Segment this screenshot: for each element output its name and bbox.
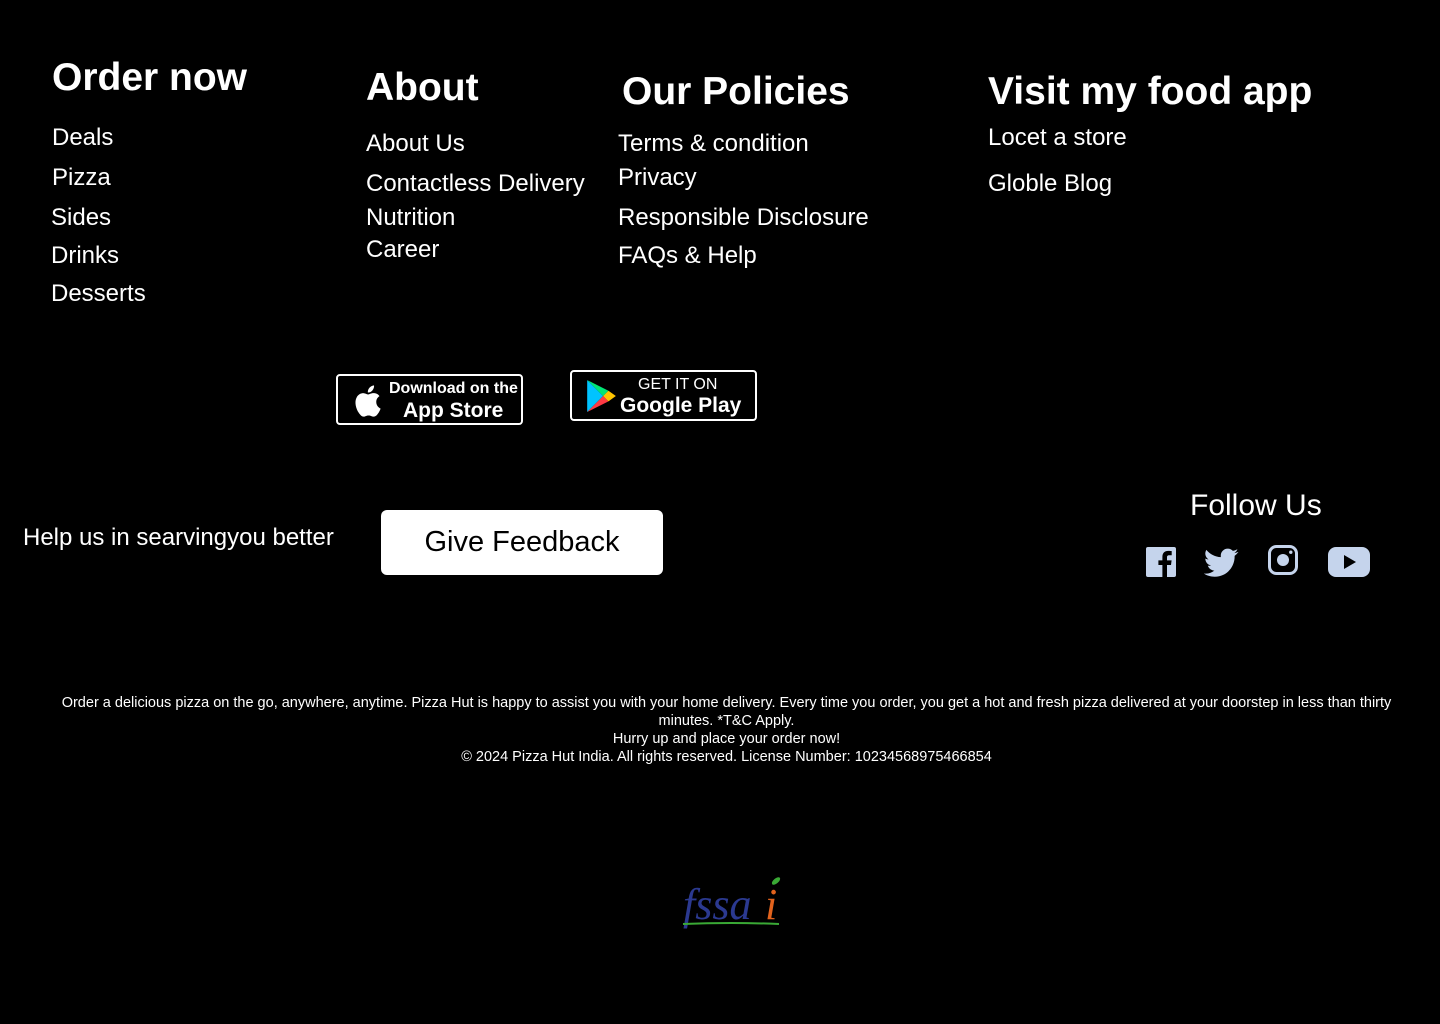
policies-heading: Our Policies: [622, 70, 850, 113]
order-now-heading: Order now: [52, 56, 248, 99]
copyright: © 2024 Pizza Hut India. All rights reser…: [461, 749, 992, 765]
footer-link-drinks[interactable]: Drinks: [51, 244, 119, 268]
footer-link-deals[interactable]: Deals: [52, 126, 113, 150]
footer-link-career[interactable]: Career: [366, 238, 439, 262]
twitter-icon[interactable]: [1204, 548, 1239, 578]
legal-cta: Hurry up and place your order now!: [612, 731, 841, 747]
legal-text: Order a delicious pizza on the go, anywh…: [40, 694, 1413, 766]
footer-link-sides[interactable]: Sides: [51, 206, 111, 230]
about-heading: About: [366, 66, 479, 109]
app-store-line2: App Store: [403, 399, 504, 422]
give-feedback-button[interactable]: Give Feedback: [381, 510, 663, 575]
svg-text:fssa: fssa: [683, 880, 751, 929]
app-store-line1: Download on the: [389, 380, 518, 397]
facebook-icon[interactable]: [1145, 546, 1177, 578]
follow-us-heading: Follow Us: [1190, 489, 1322, 522]
google-play-line2: Google Play: [620, 394, 742, 417]
fssai-logo-graphic: fssa i: [682, 877, 781, 929]
feedback-prompt: Help us in searvingyou better: [23, 524, 334, 551]
fssai-logo: fssa i: [681, 873, 785, 931]
footer-link-pizza[interactable]: Pizza: [52, 166, 111, 190]
footer-link-faqs[interactable]: FAQs & Help: [618, 244, 757, 268]
google-play-badge[interactable]: GET IT ON Google Play: [570, 370, 757, 421]
app-store-badge[interactable]: Download on the App Store: [336, 374, 523, 425]
footer-link-desserts[interactable]: Desserts: [51, 282, 146, 306]
legal-description: Order a delicious pizza on the go, anywh…: [61, 695, 1392, 729]
footer-link-locate-store[interactable]: Locet a store: [988, 126, 1127, 150]
google-play-line1: GET IT ON: [638, 376, 718, 393]
footer-link-nutrition[interactable]: Nutrition: [366, 206, 455, 230]
footer-link-blog[interactable]: Globle Blog: [988, 172, 1112, 196]
food-app-heading: Visit my food app: [988, 70, 1313, 113]
google-play-icon: [587, 380, 616, 412]
youtube-icon[interactable]: [1328, 547, 1370, 577]
apple-icon: [355, 385, 381, 417]
footer-link-terms[interactable]: Terms & condition: [618, 132, 809, 156]
svg-text:i: i: [765, 880, 777, 929]
footer-link-about-us[interactable]: About Us: [366, 132, 465, 156]
footer-link-privacy[interactable]: Privacy: [618, 166, 697, 190]
instagram-icon[interactable]: [1267, 544, 1299, 576]
footer-link-responsible-disclosure[interactable]: Responsible Disclosure: [618, 206, 869, 230]
footer-link-contactless-delivery[interactable]: Contactless Delivery: [366, 172, 585, 196]
